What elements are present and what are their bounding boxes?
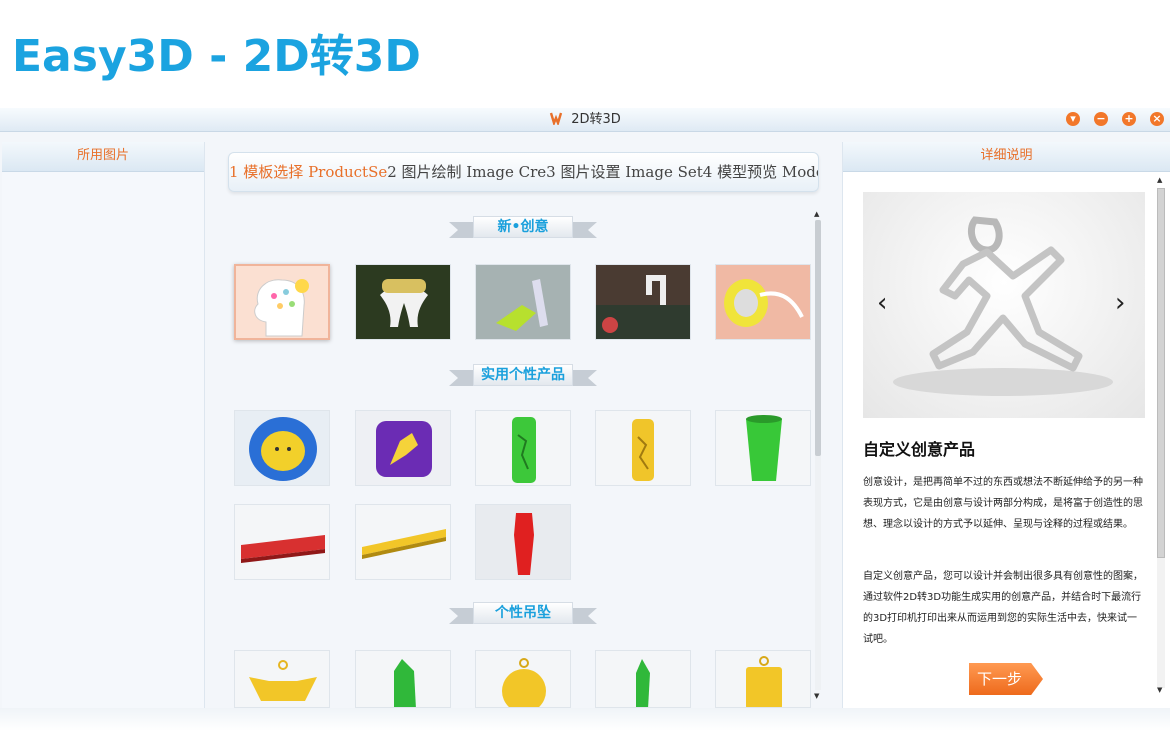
product-title: 自定义创意产品 bbox=[863, 440, 976, 459]
creative-head-icon bbox=[236, 266, 328, 338]
template-thumb[interactable] bbox=[715, 264, 811, 340]
prev-image-icon[interactable]: ‹ bbox=[877, 288, 887, 318]
window-title: 2D转3D bbox=[571, 112, 621, 127]
next-step-label: 下一步 bbox=[969, 663, 1043, 695]
step-1[interactable]: 1 模板选择 ProductSe bbox=[229, 163, 387, 181]
pendant-round-icon bbox=[476, 651, 570, 707]
template-thumb[interactable] bbox=[595, 650, 691, 708]
right-panel-header: 详细说明 bbox=[843, 142, 1170, 172]
running-figure-icon bbox=[893, 216, 1113, 396]
template-thumb[interactable] bbox=[475, 504, 571, 580]
dropdown-icon[interactable]: ▾ bbox=[1066, 112, 1080, 126]
template-thumb[interactable] bbox=[234, 650, 330, 708]
product-preview-image: ‹ › bbox=[863, 192, 1145, 418]
template-thumb[interactable] bbox=[595, 410, 691, 486]
template-panel: 1 模板选择 ProductSe2 图片绘制 Image Cre3 图片设置 I… bbox=[206, 142, 826, 708]
pendant-leaf-icon bbox=[596, 651, 690, 707]
scrollbar-thumb[interactable] bbox=[1157, 188, 1165, 558]
scrollbar-thumb[interactable] bbox=[815, 220, 821, 456]
section-banner-creative: 新•创意 bbox=[449, 216, 597, 240]
detail-panel: 详细说明 ‹ › 自定义创意产品 创意设计，是把再简单不过的东西或想法不断延伸给… bbox=[842, 142, 1170, 708]
minimize-icon[interactable]: − bbox=[1094, 112, 1108, 126]
maximize-icon[interactable]: + bbox=[1122, 112, 1136, 126]
template-thumb[interactable] bbox=[234, 504, 330, 580]
pendant-wings-icon bbox=[235, 651, 329, 707]
next-image-icon[interactable]: › bbox=[1115, 288, 1125, 318]
cup-icon bbox=[716, 411, 810, 485]
section-title: 实用个性产品 bbox=[473, 364, 573, 386]
app-window: 2D转3D ▾ − + × 所用图片 1 模板选择 ProductSe2 图片绘… bbox=[0, 108, 1170, 708]
app-logo-icon bbox=[550, 112, 563, 125]
text-3d-red-icon bbox=[235, 505, 329, 579]
template-thumb[interactable] bbox=[234, 410, 330, 486]
left-panel: 所用图片 bbox=[2, 142, 205, 708]
step-4[interactable]: 4 模型预览 Model Pre bbox=[703, 163, 818, 181]
coaster-icon bbox=[235, 411, 329, 485]
section-title: 新•创意 bbox=[473, 216, 573, 238]
stand-photo-icon bbox=[476, 265, 570, 339]
pendant-green-icon bbox=[356, 651, 450, 707]
section-banner-pendant: 个性吊坠 bbox=[449, 602, 597, 626]
template-thumb[interactable] bbox=[475, 264, 571, 340]
description-paragraph: 创意设计，是把再简单不过的东西或想法不断延伸给予的另一种表现方式，它是由创意与设… bbox=[863, 477, 1143, 530]
template-thumb[interactable] bbox=[475, 410, 571, 486]
scroll-down-icon[interactable]: ▼ bbox=[814, 692, 819, 700]
template-thumb[interactable] bbox=[355, 650, 451, 708]
phone-case-green-icon bbox=[476, 411, 570, 485]
template-thumb[interactable] bbox=[355, 504, 451, 580]
next-step-button[interactable]: 下一步 bbox=[969, 663, 1043, 695]
bottom-strip bbox=[0, 708, 1170, 731]
step-2[interactable]: 2 图片绘制 Image Cre bbox=[387, 163, 546, 181]
template-thumb[interactable] bbox=[715, 650, 811, 708]
step-3[interactable]: 3 图片设置 Image Set bbox=[546, 163, 703, 181]
hook-photo-icon bbox=[596, 265, 690, 339]
template-thumb[interactable] bbox=[355, 410, 451, 486]
template-thumb[interactable] bbox=[355, 264, 451, 340]
text-3d-yellow-icon bbox=[356, 505, 450, 579]
window-controls: ▾ − + × bbox=[1066, 112, 1164, 126]
template-scrollbar[interactable]: ▲ ▼ bbox=[813, 210, 823, 700]
scroll-up-icon[interactable]: ▲ bbox=[814, 210, 819, 218]
step-bar: 1 模板选择 ProductSe2 图片绘制 Image Cre3 图片设置 I… bbox=[228, 152, 819, 192]
cable-winder-icon bbox=[716, 265, 810, 339]
tile-icon bbox=[356, 411, 450, 485]
phone-case-yellow-icon bbox=[596, 411, 690, 485]
template-thumb[interactable] bbox=[715, 410, 811, 486]
template-thumb[interactable] bbox=[234, 264, 330, 340]
scroll-down-icon[interactable]: ▼ bbox=[1157, 686, 1162, 694]
section-title: 个性吊坠 bbox=[473, 602, 573, 624]
template-thumb[interactable] bbox=[475, 650, 571, 708]
scroll-up-icon[interactable]: ▲ bbox=[1157, 176, 1162, 184]
close-icon[interactable]: × bbox=[1150, 112, 1164, 126]
detail-scrollbar[interactable]: ▲ ▼ bbox=[1155, 176, 1167, 696]
description-paragraph: 自定义创意产品，您可以设计并会制出很多具有创意性的图案，通过软件2D转3D功能生… bbox=[863, 571, 1143, 645]
window-titlebar[interactable]: 2D转3D ▾ − + × bbox=[0, 108, 1170, 132]
pendant-tag-icon bbox=[716, 651, 810, 707]
template-thumb[interactable] bbox=[595, 264, 691, 340]
section-banner-practical: 实用个性产品 bbox=[449, 364, 597, 388]
hanger-photo-icon bbox=[356, 265, 450, 339]
page-title: Easy3D - 2D转3D bbox=[12, 31, 421, 82]
left-panel-header: 所用图片 bbox=[2, 142, 204, 172]
vase-icon bbox=[476, 505, 570, 579]
